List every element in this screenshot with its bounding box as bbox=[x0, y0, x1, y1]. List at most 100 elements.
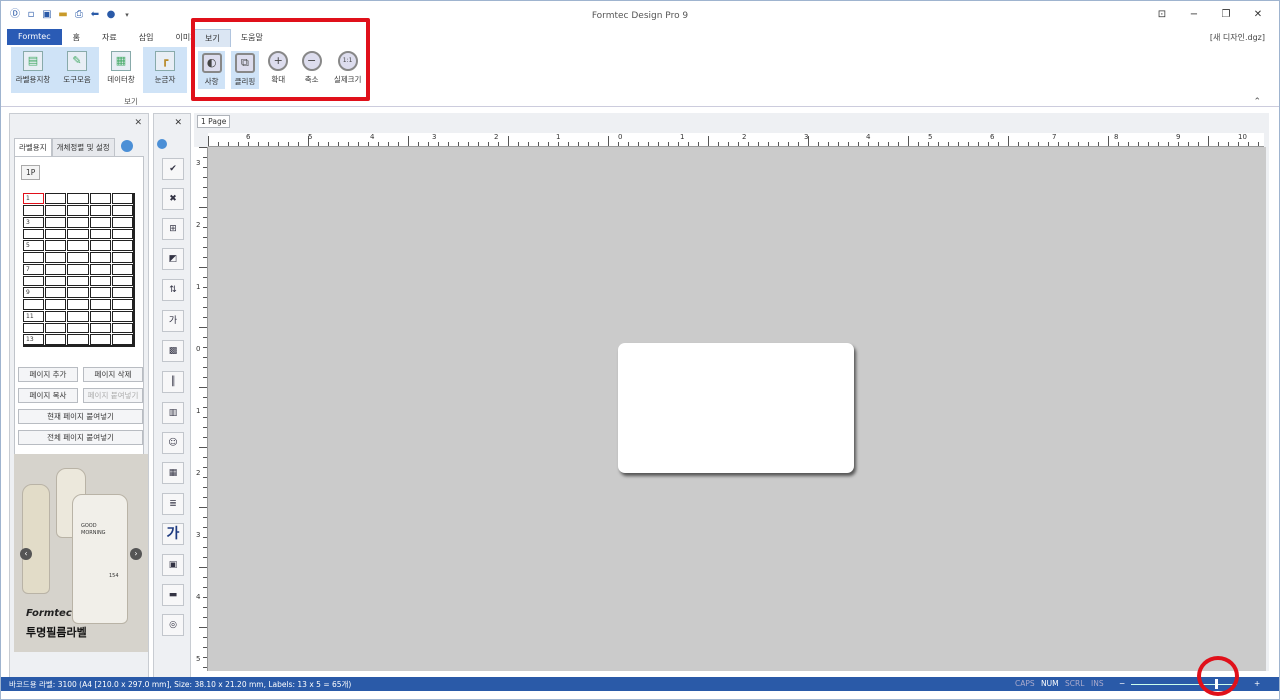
label-cell[interactable]: 3 bbox=[23, 216, 45, 228]
panel-nav-icon[interactable] bbox=[120, 140, 133, 152]
tab-label-paper[interactable]: 라벨용지 bbox=[14, 138, 52, 157]
label-cell[interactable] bbox=[45, 205, 67, 216]
delete-tool-icon[interactable]: ✖ bbox=[162, 188, 184, 210]
zoom-in-button[interactable]: + 확대 bbox=[265, 51, 292, 89]
label-cell[interactable] bbox=[45, 193, 67, 204]
select-tool-icon[interactable]: ✔ bbox=[162, 158, 184, 180]
zoom-slider[interactable] bbox=[1131, 684, 1237, 685]
label-cell[interactable] bbox=[89, 252, 111, 263]
page-tab[interactable]: 1 Page bbox=[197, 115, 231, 128]
label-cell[interactable] bbox=[23, 228, 45, 239]
label-cell[interactable] bbox=[89, 310, 111, 322]
label-cell[interactable] bbox=[111, 216, 133, 228]
label-cell[interactable] bbox=[89, 216, 111, 228]
page-subtab[interactable]: 1P bbox=[21, 165, 41, 180]
tab-data[interactable]: 자료 bbox=[91, 29, 128, 45]
label-cell[interactable] bbox=[23, 252, 45, 263]
tab-formtec[interactable]: Formtec bbox=[7, 29, 62, 45]
barcode2-tool-icon[interactable]: ▥ bbox=[162, 402, 184, 424]
paste-all-pages-button[interactable]: 전체 페이지 붙여넣기 bbox=[18, 430, 143, 445]
tab-help[interactable]: 도움말 bbox=[231, 29, 273, 47]
panel-close-icon[interactable]: ✕ bbox=[134, 118, 142, 128]
label-cell[interactable] bbox=[45, 263, 67, 275]
properties-button[interactable]: ◐ 사항 bbox=[198, 51, 226, 89]
label-paper-window-button[interactable]: ▤ 라벨용지창 bbox=[11, 47, 55, 93]
actual-size-button[interactable]: 1:1 실제크기 bbox=[331, 51, 364, 89]
label-cell[interactable] bbox=[111, 322, 133, 333]
label-cell[interactable] bbox=[23, 299, 45, 310]
label-cell[interactable] bbox=[89, 263, 111, 275]
ruler-button[interactable]: ┏ 눈금자 bbox=[143, 47, 187, 93]
label-cell[interactable] bbox=[111, 240, 133, 251]
label-cell[interactable] bbox=[89, 240, 111, 251]
document-tool-icon[interactable]: ≣ bbox=[162, 493, 184, 515]
label-cell[interactable] bbox=[45, 310, 67, 322]
label-cell[interactable] bbox=[45, 322, 67, 333]
label-cell[interactable] bbox=[111, 193, 133, 204]
add-page-button[interactable]: 페이지 추가 bbox=[18, 367, 78, 382]
label-cell[interactable]: 13 bbox=[23, 334, 45, 345]
label-cell[interactable] bbox=[111, 334, 133, 345]
clipping-button[interactable]: ⧉ 클리핑 bbox=[231, 51, 259, 89]
label-cell[interactable] bbox=[89, 334, 111, 345]
label-cell[interactable] bbox=[67, 228, 89, 239]
label-cell[interactable] bbox=[67, 240, 89, 251]
tab-insert[interactable]: 삽입 bbox=[128, 29, 165, 45]
label-cell[interactable] bbox=[23, 205, 45, 216]
serial-tool-icon[interactable]: ⇅ bbox=[162, 279, 184, 301]
label-cell[interactable] bbox=[89, 205, 111, 216]
close-button[interactable]: ✕ bbox=[1251, 9, 1265, 20]
minimize-button[interactable]: − bbox=[1187, 9, 1201, 20]
tab-home[interactable]: 홈 bbox=[62, 29, 91, 45]
label-cell[interactable] bbox=[111, 252, 133, 263]
label-cell[interactable] bbox=[111, 228, 133, 239]
label-cell[interactable] bbox=[67, 334, 89, 345]
hangul-text-icon[interactable]: 가 bbox=[162, 523, 184, 545]
label-cell[interactable] bbox=[111, 287, 133, 298]
collapse-ribbon-icon[interactable]: ⌃ bbox=[1253, 97, 1261, 107]
table-tool-icon[interactable]: ▦ bbox=[162, 462, 184, 484]
toolbox-nav-icon[interactable] bbox=[157, 139, 167, 149]
label-cell[interactable]: 5 bbox=[23, 240, 45, 251]
horizontal-ruler[interactable]: 6 5 4 3 2 1 0 1 2 3 4 5 6 7 8 9 10 bbox=[208, 133, 1264, 147]
next-arrow-icon[interactable]: › bbox=[130, 548, 142, 560]
label-cell[interactable] bbox=[67, 287, 89, 298]
label-cell[interactable] bbox=[89, 322, 111, 333]
label-canvas[interactable] bbox=[618, 343, 854, 473]
label-cell[interactable] bbox=[67, 299, 89, 310]
label-cell[interactable] bbox=[45, 240, 67, 251]
label-cell[interactable] bbox=[45, 275, 67, 286]
qrcode-tool-icon[interactable]: ▩ bbox=[162, 340, 184, 362]
vertical-ruler[interactable]: 3 2 1 0 1 2 3 4 5 bbox=[194, 147, 208, 671]
label-cell[interactable]: 7 bbox=[23, 263, 45, 275]
label-cell[interactable] bbox=[111, 275, 133, 286]
barcode-tool-icon[interactable]: ║ bbox=[162, 371, 184, 393]
delete-page-button[interactable]: 페이지 삭제 bbox=[83, 367, 143, 382]
label-cell[interactable] bbox=[45, 334, 67, 345]
label-grid[interactable]: 1 3 5 7 9 11 13 bbox=[23, 193, 135, 347]
zoom-plus-button[interactable]: + bbox=[1254, 679, 1260, 688]
zoom-slider-thumb[interactable] bbox=[1215, 679, 1218, 689]
prev-arrow-icon[interactable]: ‹ bbox=[20, 548, 32, 560]
tab-view[interactable]: 보기 bbox=[194, 29, 231, 47]
label-cell[interactable]: 9 bbox=[23, 287, 45, 298]
label-cell[interactable] bbox=[45, 216, 67, 228]
disc-tool-icon[interactable]: ◎ bbox=[162, 614, 184, 636]
label-cell[interactable] bbox=[45, 228, 67, 239]
text-tool-icon[interactable]: ⊞ bbox=[162, 218, 184, 240]
ad-banner[interactable]: GOOD MORNING 154 ‹ › Formtec 투명필름라벨 bbox=[14, 454, 148, 652]
label-cell[interactable] bbox=[89, 299, 111, 310]
photo-tool-icon[interactable]: ▬ bbox=[162, 584, 184, 606]
label-cell[interactable] bbox=[89, 193, 111, 204]
label-cell[interactable] bbox=[111, 310, 133, 322]
label-cell[interactable] bbox=[45, 252, 67, 263]
toolbox-button[interactable]: ✎ 도구모음 bbox=[55, 47, 99, 93]
label-cell[interactable] bbox=[89, 287, 111, 298]
label-cell[interactable] bbox=[111, 299, 133, 310]
label-cell[interactable] bbox=[67, 263, 89, 275]
label-cell[interactable] bbox=[67, 216, 89, 228]
label-cell[interactable] bbox=[23, 322, 45, 333]
label-cell[interactable]: 11 bbox=[23, 310, 45, 322]
label-cell[interactable] bbox=[67, 275, 89, 286]
paste-current-page-button[interactable]: 현재 페이지 붙여넣기 bbox=[18, 409, 143, 424]
